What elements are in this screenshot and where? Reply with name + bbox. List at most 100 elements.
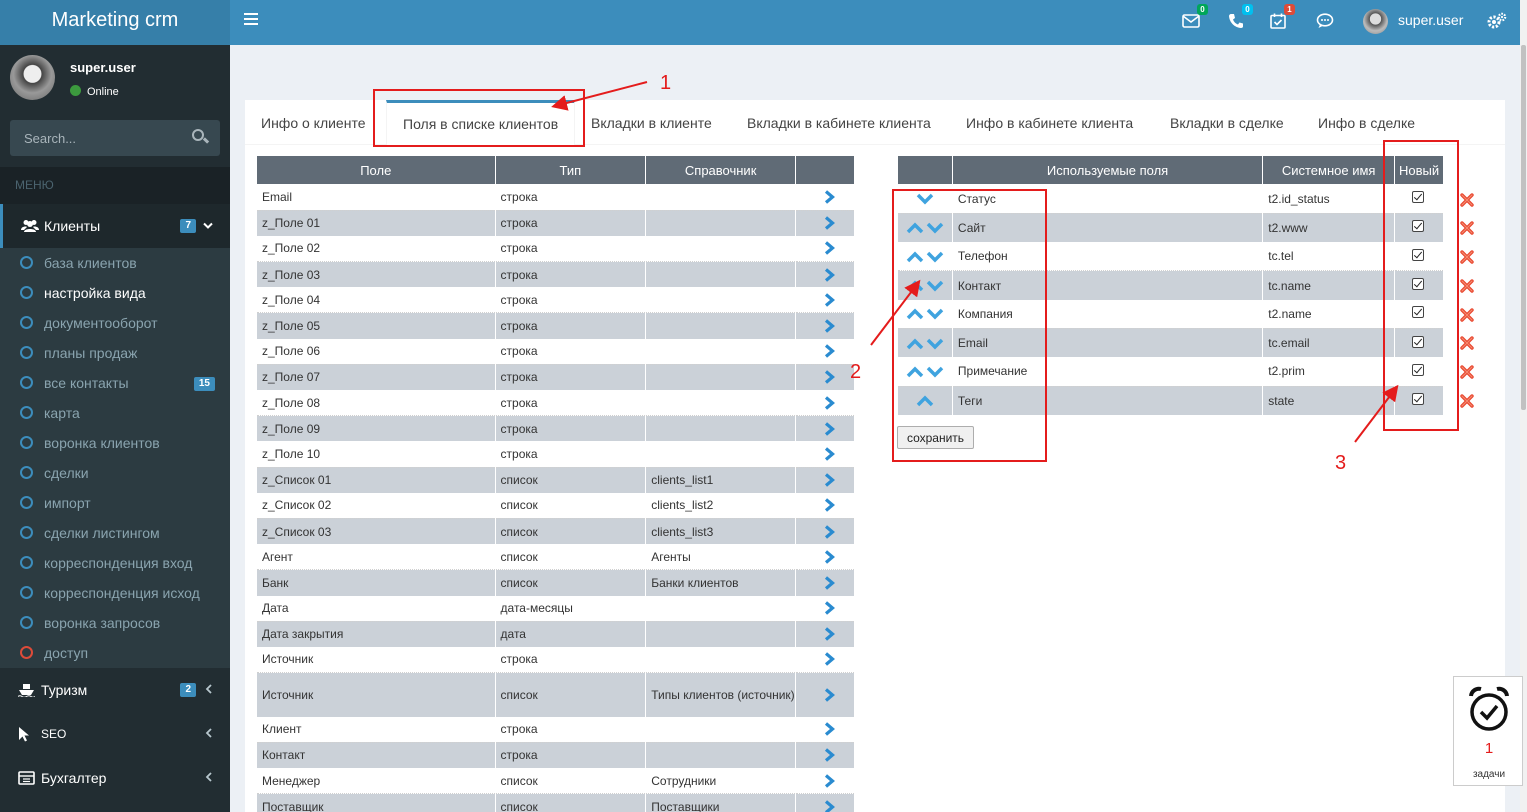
table-cell: Банки клиентов: [645, 569, 797, 596]
sidebar-item-label: планы продаж: [44, 345, 138, 361]
sidebar-group-clients[interactable]: Клиенты 7: [0, 204, 230, 248]
sidebar-item-mail-in[interactable]: корреспонденция вход: [0, 548, 230, 578]
column-header[interactable]: Справочник: [645, 155, 797, 185]
mail-icon[interactable]: 0: [1180, 4, 1208, 32]
sidebar-group-seo[interactable]: SEO: [0, 712, 230, 756]
delete-icon[interactable]: [1460, 394, 1474, 408]
sidebar-group-label: Бухгалтер: [41, 770, 107, 786]
add-field-cell: [795, 646, 855, 674]
settings-gears-icon[interactable]: [1486, 10, 1508, 32]
chevron-right-icon[interactable]: [823, 241, 836, 256]
sidebar-group-accountant[interactable]: Бухгалтер: [0, 756, 230, 800]
chevron-right-icon[interactable]: [823, 473, 836, 487]
chevron-right-icon[interactable]: [823, 722, 836, 736]
chevron-right-icon[interactable]: [823, 370, 836, 385]
chevron-right-icon[interactable]: [823, 601, 836, 615]
chevron-right-icon[interactable]: [823, 688, 836, 702]
settings-panel: Инфо о клиенте Поля в списке клиентов Вк…: [245, 100, 1505, 812]
sidebar-item-mail-out[interactable]: корреспонденция исход: [0, 578, 230, 608]
search-input[interactable]: [10, 120, 185, 156]
chevron-right-icon[interactable]: [823, 748, 836, 763]
delete-icon[interactable]: [1460, 365, 1474, 379]
table-cell: строка: [494, 646, 647, 674]
table-cell: Поставщики: [645, 793, 797, 812]
sidebar-item-client-funnel[interactable]: воронка клиентов: [0, 428, 230, 458]
phone-icon[interactable]: 0: [1225, 4, 1253, 32]
tab-client-cabinet-info[interactable]: Инфо в кабинете клиента: [950, 100, 1149, 145]
table-cell: список: [494, 793, 647, 812]
sidebar-item-sales-plans[interactable]: планы продаж: [0, 338, 230, 368]
sidebar-item-all-contacts[interactable]: все контакты 15: [0, 368, 230, 398]
table-row: Поставщик список Поставщики: [256, 793, 855, 812]
chevron-right-icon[interactable]: [823, 293, 836, 307]
chevron-right-icon[interactable]: [823, 395, 836, 410]
chevron-right-icon[interactable]: [823, 799, 836, 812]
sidebar-item-clients-base[interactable]: база клиентов: [0, 248, 230, 278]
chevron-right-icon[interactable]: [823, 652, 836, 667]
delete-icon[interactable]: [1460, 279, 1474, 293]
sidebar-item-deals[interactable]: сделки: [0, 458, 230, 488]
tab-client-tabs[interactable]: Вкладки в клиенте: [575, 100, 728, 145]
app-logo[interactable]: Marketing crm: [0, 0, 230, 45]
chevron-right-icon[interactable]: [823, 498, 836, 513]
column-header[interactable]: Системное имя: [1262, 155, 1396, 185]
table-cell: строка: [494, 287, 647, 314]
sidebar-item-documents[interactable]: документооборот: [0, 308, 230, 338]
column-header: [897, 155, 953, 185]
chevron-right-icon[interactable]: [823, 773, 836, 788]
chevron-right-icon[interactable]: [823, 216, 836, 231]
chevron-right-icon[interactable]: [823, 422, 836, 436]
chevron-right-icon[interactable]: [823, 627, 836, 642]
online-dot-icon: [70, 85, 81, 96]
chevron-right-icon[interactable]: [823, 576, 836, 590]
table-row: Email строка: [256, 184, 855, 211]
chevron-right-icon[interactable]: [823, 190, 836, 205]
delete-icon[interactable]: [1460, 250, 1474, 264]
add-field-cell: [795, 672, 855, 717]
tab-deal-info[interactable]: Инфо в сделке: [1302, 100, 1431, 145]
sidebar-group-tourism[interactable]: Туризм 2: [0, 668, 230, 712]
sidebar-toggle-icon[interactable]: [244, 13, 258, 25]
circle-icon: [20, 436, 33, 449]
sidebar-item-map[interactable]: карта: [0, 398, 230, 428]
chevron-right-icon[interactable]: [823, 524, 836, 539]
chevron-right-icon[interactable]: [823, 447, 836, 461]
topbar-username[interactable]: super.user: [1398, 12, 1463, 28]
mail-badge: 0: [1197, 4, 1208, 15]
add-field-cell: [795, 261, 855, 288]
table-cell: [645, 390, 797, 417]
chevron-right-icon[interactable]: [823, 549, 836, 564]
tab-client-cabinet-tabs[interactable]: Вкладки в кабинете клиента: [731, 100, 947, 145]
sidebar-item-access[interactable]: доступ: [0, 638, 230, 668]
sidebar-item-label: база клиентов: [44, 255, 137, 271]
column-header[interactable]: Тип: [494, 155, 647, 185]
chat-icon[interactable]: [1314, 10, 1336, 32]
column-header[interactable]: Поле: [256, 155, 496, 185]
sidebar-item-deals-listing[interactable]: сделки листингом: [0, 518, 230, 548]
sidebar-item-import[interactable]: импорт: [0, 488, 230, 518]
chevron-right-icon[interactable]: [823, 267, 836, 282]
search-icon[interactable]: [192, 129, 210, 145]
table-cell: строка: [494, 235, 647, 263]
delete-icon[interactable]: [1460, 336, 1474, 350]
tab-deal-tabs[interactable]: Вкладки в сделке: [1154, 100, 1300, 145]
circle-icon: [20, 556, 33, 569]
system-name-cell: state: [1262, 386, 1396, 415]
table-cell: дата-месяцы: [494, 595, 647, 622]
delete-icon[interactable]: [1460, 307, 1474, 322]
annotation-box-3: [1383, 140, 1459, 431]
user-avatar[interactable]: [1363, 9, 1388, 34]
chevron-left-icon: [205, 712, 213, 756]
sidebar-item-request-funnel[interactable]: воронка запросов: [0, 608, 230, 638]
column-header[interactable]: Используемые поля: [951, 155, 1264, 185]
chevron-right-icon[interactable]: [823, 344, 836, 358]
table-cell: [645, 261, 797, 288]
calendar-check-icon[interactable]: 1: [1267, 4, 1295, 32]
chevron-right-icon[interactable]: [823, 319, 836, 333]
delete-icon[interactable]: [1460, 192, 1474, 207]
delete-icon[interactable]: [1460, 221, 1474, 235]
tab-client-info[interactable]: Инфо о клиенте: [245, 100, 382, 145]
sidebar-item-view-settings[interactable]: настройка вида: [0, 278, 230, 308]
system-name-cell: t2.id_status: [1262, 184, 1396, 214]
tasks-widget[interactable]: 1 задачи: [1453, 676, 1523, 786]
